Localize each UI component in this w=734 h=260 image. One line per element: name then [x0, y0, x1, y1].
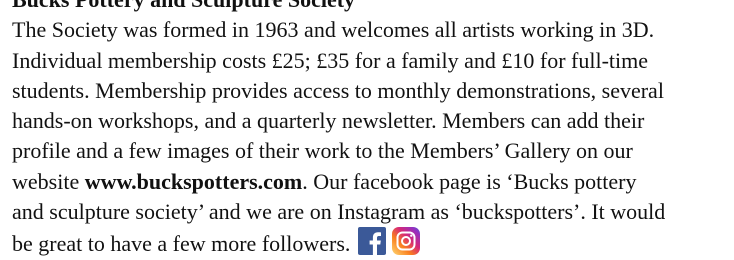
line-6-prefix: website	[12, 168, 85, 194]
paragraph-line-1: The Society was formed in 1963 and welco…	[12, 17, 655, 43]
paragraph-line-8: be great to have a few more followers.	[12, 227, 728, 259]
document-body: Bucks Pottery and Sculpture Society The …	[12, 0, 728, 260]
website-link[interactable]: www.buckspotters.com	[85, 169, 303, 194]
line-8-text: be great to have a few more followers.	[12, 231, 351, 257]
paragraph-line-2: Individual membership costs £25; £35 for…	[12, 47, 649, 73]
paragraph-line-4: hands-on workshops, and a quarterly news…	[12, 108, 645, 134]
paragraph-line-5: profile and a few images of their work t…	[12, 138, 633, 164]
paragraph-line-7: and sculpture society’ and we are on Ins…	[12, 199, 666, 225]
section-heading: Bucks Pottery and Sculpture Society	[12, 0, 728, 15]
facebook-icon[interactable]	[358, 227, 387, 256]
social-icons	[358, 227, 421, 256]
instagram-icon[interactable]	[392, 227, 421, 256]
line-6-suffix: . Our facebook page is ‘Bucks pottery	[302, 168, 637, 194]
paragraph-line-6: website www.buckspotters.com. Our facebo…	[12, 167, 728, 197]
paragraph-line-3: students. Membership provides access to …	[12, 77, 664, 103]
